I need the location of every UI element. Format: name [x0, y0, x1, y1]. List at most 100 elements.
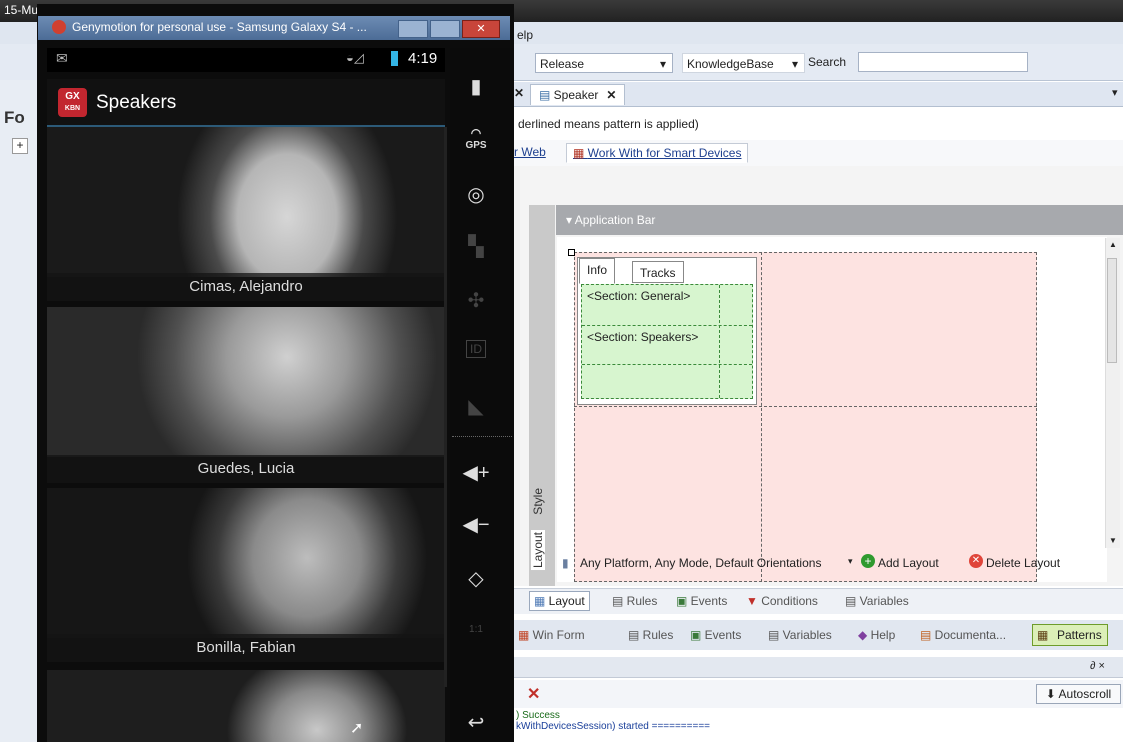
autoscroll-label: Autoscroll — [1058, 687, 1112, 701]
object-tab-events[interactable]: ▣ Events — [690, 628, 741, 642]
gps-waves-icon: ◠ — [470, 126, 482, 140]
pattern-tab-smart-devices[interactable]: ▦ Work With for Smart Devices — [566, 143, 749, 163]
tabs-dropdown-icon[interactable]: ▾ — [1112, 86, 1118, 99]
variables-icon: ▤ — [845, 594, 860, 608]
close-icon[interactable]: ✕ — [606, 88, 616, 102]
status-time: 4:19 — [408, 50, 438, 67]
speaker-name[interactable]: Guedes, Lucia — [47, 455, 445, 483]
section-general[interactable]: <Section: General> — [582, 285, 719, 324]
editor-tab-events[interactable]: ▣ Events — [676, 594, 727, 608]
kb-combo-value: KnowledgeBase — [687, 57, 774, 71]
gps-icon[interactable]: ◠ GPS — [458, 126, 494, 151]
speaker-name[interactable]: Cimas, Alejandro — [47, 273, 445, 301]
clapperboard-icon: ▚ — [468, 236, 484, 258]
object-tab-win-form-label: Win Form — [532, 628, 585, 642]
app-title: Speakers — [96, 92, 177, 113]
chevron-down-icon[interactable]: ▾ — [848, 556, 853, 567]
scale-icon: 1:1 — [469, 624, 483, 635]
search-label: Search — [808, 55, 847, 69]
doc-tab-speaker[interactable]: ▤ Speaker ✕ — [530, 84, 626, 105]
object-tab-rules[interactable]: ▤ Rules — [628, 628, 673, 642]
maximize-button[interactable] — [430, 20, 460, 38]
search-input[interactable] — [858, 52, 1028, 72]
delete-icon: ✕ — [969, 554, 983, 568]
object-tab-events-label: Events — [704, 628, 742, 642]
minimize-button[interactable] — [398, 20, 428, 38]
win-form-icon: ▦ — [518, 628, 533, 642]
output-header — [513, 657, 1123, 678]
patterns-tab[interactable]: ▦ Patterns — [1032, 624, 1108, 646]
genymotion-icon — [52, 20, 66, 34]
object-tab-help[interactable]: ◆ Help — [858, 628, 895, 642]
battery-status-icon — [391, 51, 398, 66]
gps-label: GPS — [465, 140, 487, 151]
speaker-photo[interactable] — [47, 488, 445, 638]
expand-button[interactable]: + — [12, 138, 28, 154]
configuration-combo[interactable]: Release ▾ — [535, 53, 673, 73]
events-icon: ▣ — [690, 628, 705, 642]
editor-tab-rules[interactable]: ▤ Rules — [612, 594, 657, 608]
speaker-photo[interactable] — [47, 670, 445, 742]
scroll-down-icon[interactable]: ▼ — [1109, 536, 1117, 545]
editor-tab-layout[interactable]: ▦ Layout — [529, 591, 590, 611]
battery-icon[interactable]: ▮ — [458, 74, 494, 99]
delete-layout-button[interactable]: Delete Layout — [986, 556, 1060, 570]
collapse-arrow-icon: ▾ — [566, 213, 575, 227]
pin-close-icon[interactable]: ∂ × — [1090, 660, 1105, 672]
editor-tab-rules-label: Rules — [626, 594, 658, 608]
add-layout-button[interactable]: Add Layout — [878, 556, 939, 570]
pattern-tab-web[interactable]: r Web — [514, 145, 546, 159]
id-label: ID — [466, 340, 486, 358]
rotate-icon[interactable]: ◇ — [458, 566, 494, 591]
volume-up-icon[interactable]: ◀+ — [458, 460, 494, 485]
doc-tab-label: Speaker — [553, 88, 599, 102]
configuration-combo-value: Release — [540, 57, 585, 71]
editor-tab-variables-label: Variables — [859, 594, 909, 608]
scroll-up-icon[interactable]: ▲ — [1109, 240, 1117, 249]
back-icon[interactable]: ↩ — [458, 710, 494, 735]
kb-combo[interactable]: KnowledgeBase ▾ — [682, 53, 805, 73]
autoscroll-button[interactable]: ⬇ Autoscroll — [1036, 684, 1121, 704]
documentation-icon: ▤ — [920, 628, 935, 642]
object-tab-win-form[interactable]: ▦ Win Form — [518, 628, 585, 642]
patterns-tab-label: Patterns — [1057, 628, 1102, 642]
chevron-down-icon: ▾ — [791, 57, 798, 71]
object-tab-variables[interactable]: ▤ Variables — [768, 628, 832, 642]
emulator-title: Genymotion for personal use - Samsung Ga… — [72, 20, 367, 34]
menu-help-fragment[interactable]: elp — [517, 28, 533, 42]
editor-tab-variables[interactable]: ▤ Variables — [845, 594, 909, 608]
side-tab-layout[interactable]: Layout — [531, 530, 545, 571]
log-line: kWithDevicesSession) started ========== — [516, 721, 710, 732]
tab-info[interactable]: Info — [579, 258, 616, 284]
layout-bar: ▮ Any Platform, Any Mode, Default Orient… — [556, 552, 1123, 578]
gmail-icon: ✉ — [56, 50, 68, 66]
section-speakers[interactable]: <Section: Speakers> — [582, 326, 719, 365]
log-line: ) Success — [516, 710, 560, 721]
side-tab-style[interactable]: Style — [531, 488, 545, 515]
webcam-icon[interactable]: ◎ — [458, 182, 494, 207]
tab-tracks[interactable]: Tracks — [632, 261, 684, 283]
table-row-divider — [574, 406, 1037, 407]
close-window-button[interactable]: ✕ — [462, 20, 500, 38]
patterns-icon: ▦ — [1037, 628, 1049, 642]
app-logo: GX KBN — [58, 88, 87, 117]
scrollbar-thumb[interactable] — [1107, 258, 1117, 363]
variables-icon: ▤ — [768, 628, 783, 642]
clear-icon[interactable]: ✕ — [527, 684, 540, 704]
close-icon[interactable]: ✕ — [514, 86, 524, 100]
resize-handle[interactable] — [568, 249, 575, 256]
rss-icon: ◣ — [468, 396, 484, 418]
filter-icon: ▼ — [746, 594, 762, 608]
editor-tab-conditions[interactable]: ▼ Conditions — [746, 594, 818, 608]
arrow-down-icon: ⬇ — [1045, 687, 1059, 701]
layout-selector[interactable]: Any Platform, Any Mode, Default Orientat… — [580, 556, 821, 570]
dpad-icon: ✣ — [467, 290, 485, 312]
speaker-photo[interactable] — [47, 127, 445, 277]
pattern-tab-smart-devices-label: Work With for Smart Devices — [587, 146, 742, 160]
speaker-photo[interactable] — [47, 307, 445, 457]
object-tab-documentation[interactable]: ▤ Documenta... — [920, 628, 1006, 642]
application-bar[interactable]: ▾ Application Bar — [556, 205, 1123, 235]
volume-down-icon[interactable]: ◀− — [458, 512, 494, 537]
designer-side-tabs — [529, 205, 555, 586]
speaker-name[interactable]: Bonilla, Fabian — [47, 634, 445, 662]
